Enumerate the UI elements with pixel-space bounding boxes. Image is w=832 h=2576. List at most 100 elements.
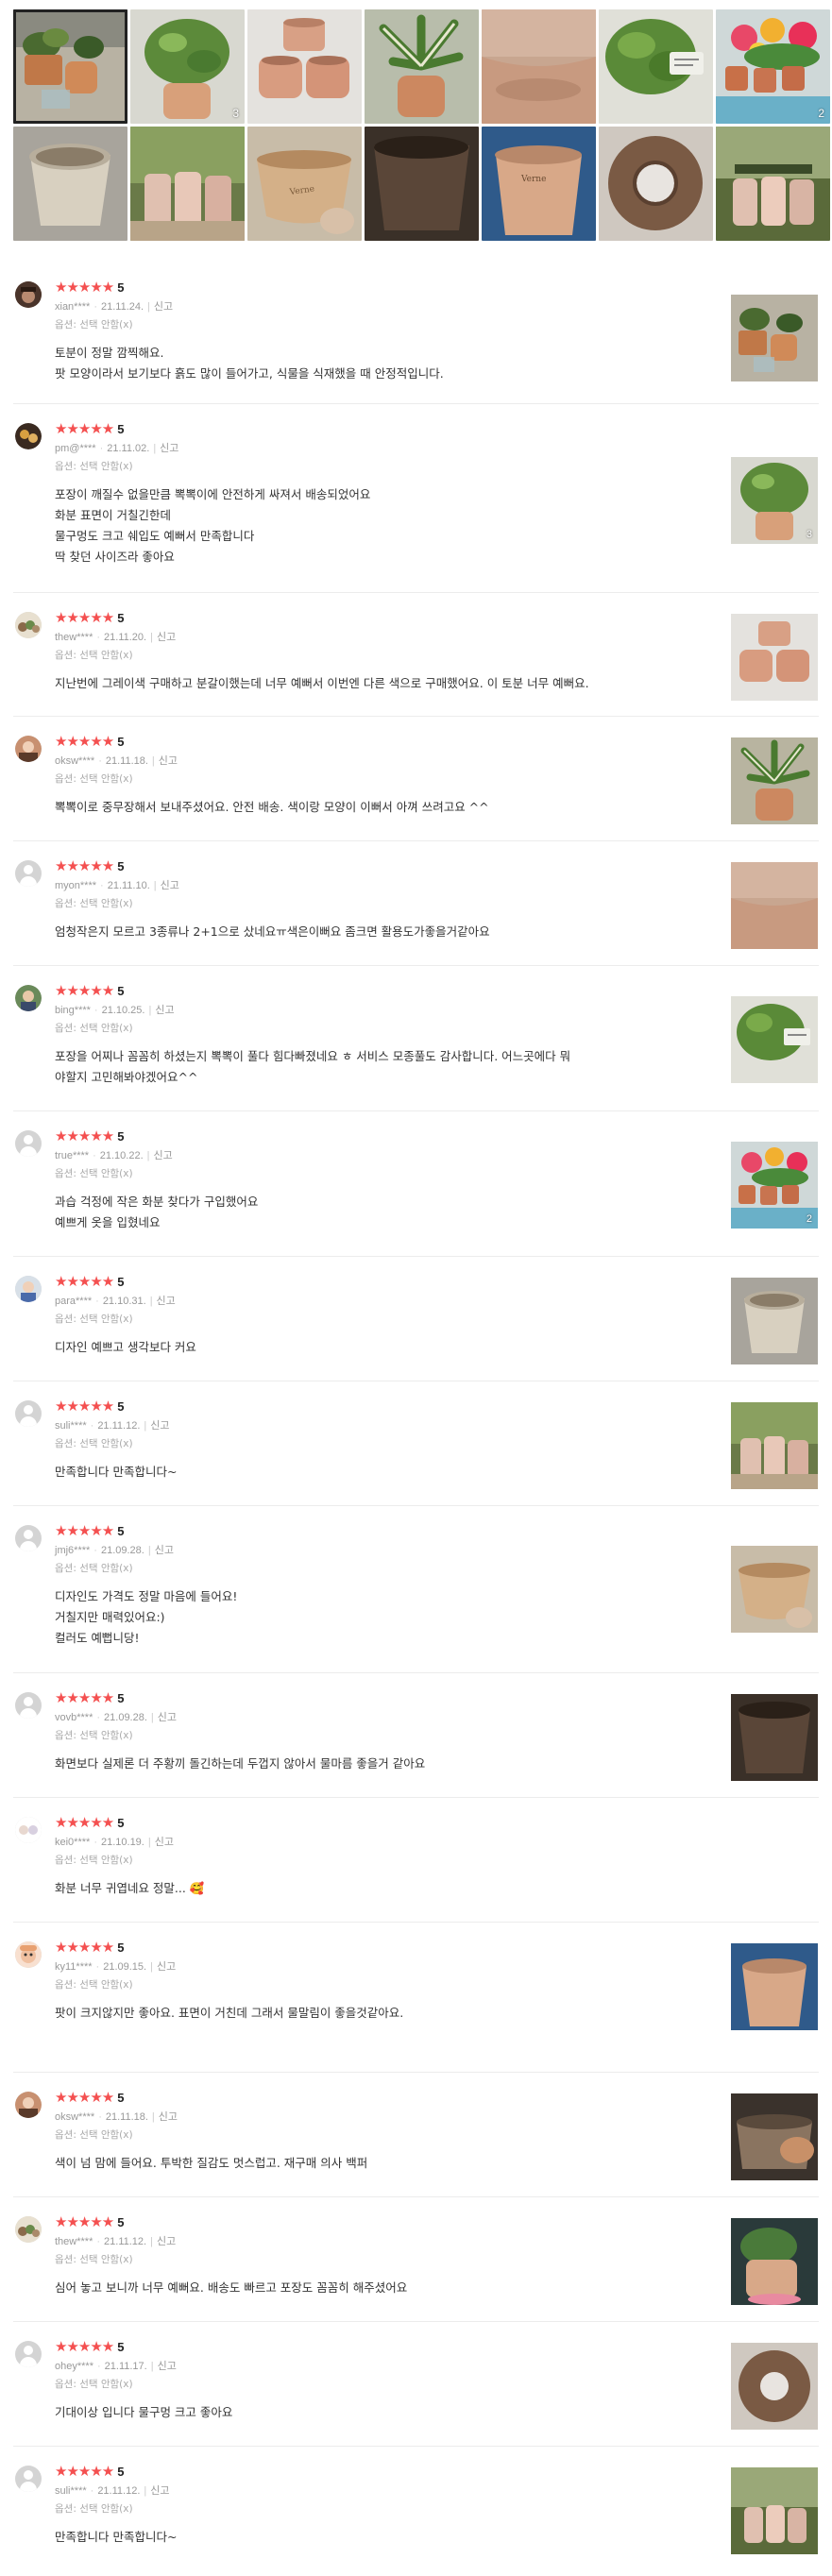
review-text: 토분이 정말 깜찍해요. 팟 모양이라서 보기보다 흙도 많이 들어가고, 식물… (55, 343, 697, 384)
avatar[interactable] (15, 2466, 42, 2492)
review-line: 화면보다 실제론 더 주황끼 돌긴하는데 두껍지 않아서 물마름 좋을거 같아요 (55, 1756, 426, 1771)
review-photo[interactable]: 3 (731, 457, 818, 544)
rating-score: 5 (117, 2091, 125, 2105)
avatar[interactable] (15, 985, 42, 1011)
avatar[interactable] (15, 1817, 42, 1843)
report-link[interactable]: 신고 (159, 2111, 178, 2123)
avatar[interactable] (15, 2092, 42, 2118)
review-photo[interactable] (731, 996, 818, 1083)
review-date: 21.11.24. (100, 301, 144, 313)
rating-score: 5 (117, 422, 125, 436)
gallery-thumb-12[interactable]: Verne (482, 127, 596, 241)
review-text: 기대이상 입니다 물구멍 크고 좋아요 (55, 2402, 697, 2423)
rating-stars: ★★★★★ (55, 2338, 114, 2355)
avatar[interactable] (15, 1525, 42, 1551)
avatar[interactable] (15, 1941, 42, 1968)
gallery-thumb-8[interactable] (13, 127, 127, 241)
review-option: 옵션: 선택 안함(x) (55, 2503, 133, 2515)
avatar[interactable] (15, 2341, 42, 2367)
gallery-thumb-1[interactable] (13, 9, 127, 124)
gallery-thumb-9[interactable] (130, 127, 245, 241)
review-photo[interactable] (731, 614, 818, 701)
report-link[interactable]: 신고 (158, 2361, 177, 2372)
gallery-thumb-5[interactable] (482, 9, 596, 124)
report-link[interactable]: 신고 (155, 1005, 174, 1016)
report-link[interactable]: 신고 (161, 880, 179, 891)
rating-score: 5 (117, 1129, 125, 1144)
review-photo[interactable] (731, 1278, 818, 1364)
avatar[interactable] (15, 423, 42, 449)
report-link[interactable]: 신고 (157, 632, 176, 643)
review-photo[interactable] (731, 1943, 818, 2030)
review-item: ★★★★★ 5 jmj6**** · 21.09.28. | 신고 옵션: 선택 안함(x… (13, 1506, 819, 1673)
report-link[interactable]: 신고 (153, 1150, 172, 1161)
review-photo-count: 3 (806, 529, 812, 540)
review-photo[interactable]: 2 (731, 1142, 818, 1229)
review-photo[interactable] (731, 737, 818, 824)
review-photo[interactable] (731, 2218, 818, 2305)
review-line: 지난번에 그레이색 구매하고 분갈이했는데 너무 예뻐서 이번엔 다른 색으로 … (55, 676, 589, 690)
report-link[interactable]: 신고 (160, 443, 178, 454)
review-date: 21.10.31. (102, 1296, 146, 1307)
rating-score: 5 (117, 1275, 125, 1289)
review-photo[interactable] (731, 1694, 818, 1781)
review-user: para**** (55, 1296, 93, 1307)
avatar[interactable] (15, 281, 42, 308)
avatar[interactable] (15, 860, 42, 887)
rating-stars: ★★★★★ (55, 420, 114, 437)
avatar[interactable] (15, 1400, 42, 1427)
report-link[interactable]: 신고 (157, 1961, 176, 1973)
report-link[interactable]: 신고 (150, 2485, 169, 2497)
review-line: 팟 모양이라서 보기보다 흙도 많이 들어가고, 식물을 식재했을 때 안정적입… (55, 366, 444, 381)
review-text: 포장을 어찌나 꼼꼼히 하셨는지 뽁뽁이 풀다 힘다빠졌네요 ㅎ 서비스 모종풀… (55, 1046, 697, 1088)
review-photo[interactable] (731, 2467, 818, 2554)
review-photo[interactable] (731, 862, 818, 949)
review-date: 21.10.25. (101, 1005, 145, 1016)
gallery-thumb-14[interactable] (716, 127, 830, 241)
report-link[interactable]: 신고 (158, 1712, 177, 1723)
gallery-thumb-3[interactable] (247, 9, 362, 124)
avatar[interactable] (15, 2216, 42, 2243)
gallery-thumb-7[interactable]: 2 (716, 9, 830, 124)
rating-stars: ★★★★★ (55, 982, 114, 999)
review-photo[interactable] (731, 1402, 818, 1489)
gallery-thumb-2[interactable]: 3 (130, 9, 245, 124)
avatar[interactable] (15, 1276, 42, 1302)
report-link[interactable]: 신고 (157, 1296, 176, 1307)
rating-score: 5 (117, 611, 125, 625)
review-user: jmj6**** (55, 1545, 91, 1556)
review-user: oksw**** (55, 755, 95, 767)
review-body: ★★★★★ 5 suli**** · 21.11.12. | 신고 옵션: 선택 안함(x… (55, 2462, 697, 2548)
report-link[interactable]: 신고 (150, 1420, 169, 1432)
review-item: ★★★★★ 5 suli**** · 21.11.12. | 신고 옵션: 선택 안함(x… (13, 1381, 819, 1506)
rating-stars: ★★★★★ (55, 2089, 114, 2106)
report-link[interactable]: 신고 (157, 2236, 176, 2247)
report-link[interactable]: 신고 (159, 755, 178, 767)
avatar[interactable] (15, 1130, 42, 1157)
report-link[interactable]: 신고 (155, 1545, 174, 1556)
report-link[interactable]: 신고 (155, 1837, 174, 1848)
review-item: ★★★★★ 5 vovb**** · 21.09.28. | 신고 옵션: 선택 안함(x… (13, 1673, 819, 1798)
review-photo[interactable] (731, 1546, 818, 1633)
review-photo[interactable] (731, 295, 818, 381)
review-user: kei0**** (55, 1837, 91, 1848)
review-item: ★★★★★ 5 xian**** · 21.11.24. | 신고 옵션: 선택 안함(x… (13, 263, 819, 404)
review-user: ky11**** (55, 1961, 93, 1973)
report-link[interactable]: 신고 (154, 301, 173, 313)
avatar[interactable] (15, 736, 42, 762)
review-option: 옵션: 선택 안함(x) (55, 2254, 133, 2265)
gallery-thumb-6[interactable] (599, 9, 713, 124)
avatar[interactable] (15, 612, 42, 638)
gallery-thumb-11[interactable] (365, 127, 479, 241)
review-photo[interactable] (731, 2093, 818, 2180)
gallery-thumb-13[interactable] (599, 127, 713, 241)
gallery-thumb-10[interactable]: Verne (247, 127, 362, 241)
gallery-thumb-4[interactable] (365, 9, 479, 124)
review-date: 21.11.10. (107, 880, 150, 891)
review-option: 옵션: 선택 안함(x) (55, 319, 133, 330)
review-option: 옵션: 선택 안함(x) (55, 1979, 133, 1991)
rating-score: 5 (117, 1940, 125, 1955)
avatar[interactable] (15, 1692, 42, 1719)
review-photo[interactable] (731, 2343, 818, 2430)
review-option: 옵션: 선택 안함(x) (55, 1730, 133, 1741)
